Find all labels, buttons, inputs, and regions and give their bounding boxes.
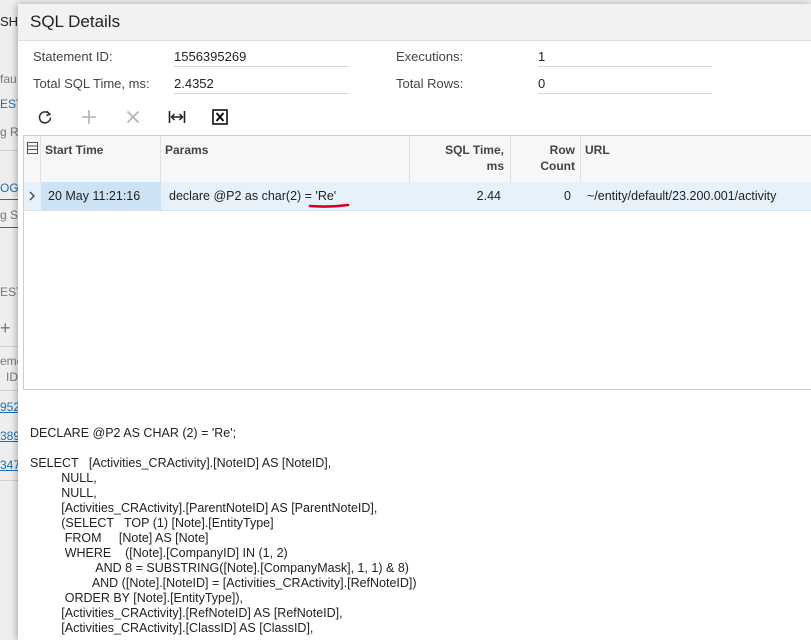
header-url-label: URL — [585, 143, 610, 157]
header-start-time-label: Start Time — [45, 143, 104, 157]
header-row-count-label-2: Count — [540, 159, 575, 173]
row-expand-button[interactable] — [24, 182, 41, 210]
sql-executions-grid: Start Time Params SQL Time, ms Row Count… — [23, 135, 811, 390]
bg-text: EST — [0, 97, 20, 111]
bg-divider — [0, 150, 20, 151]
bg-text: fau — [0, 72, 17, 86]
sql-query-text: DECLARE @P2 AS CHAR (2) = 'Re'; SELECT [… — [30, 426, 417, 635]
close-icon — [126, 110, 140, 124]
cell-params[interactable]: declare @P2 as char(2) = 'Re' — [161, 182, 410, 210]
dialog-title: SQL Details — [30, 12, 121, 31]
plus-icon — [82, 110, 96, 124]
chevron-right-icon — [29, 191, 35, 201]
column-config-icon — [27, 142, 38, 154]
params-text: declare @P2 as char(2) = 'Re' — [169, 189, 337, 203]
executions-value: 1 — [538, 49, 712, 67]
header-start-time[interactable]: Start Time — [41, 136, 161, 182]
header-params-label: Params — [165, 143, 209, 157]
bg-add-icon: + — [0, 318, 11, 338]
bg-divider — [0, 346, 20, 347]
header-row-count[interactable]: Row Count — [511, 136, 581, 182]
cell-url[interactable]: ~/entity/default/23.200.001/activity — [581, 182, 811, 210]
fit-columns-icon — [168, 111, 186, 123]
header-sql-time[interactable]: SQL Time, ms — [410, 136, 511, 182]
sql-details-dialog: SQL Details Statement ID: 1556395269 Tot… — [18, 4, 811, 640]
header-url[interactable]: URL — [581, 136, 811, 182]
header-params[interactable]: Params — [161, 136, 410, 182]
bg-link[interactable]: 952 — [0, 400, 20, 414]
column-selector-header[interactable] — [24, 136, 41, 182]
header-sql-time-label-2: ms — [486, 159, 504, 173]
bg-divider — [0, 480, 20, 481]
grid-header: Start Time Params SQL Time, ms Row Count… — [24, 136, 811, 183]
refresh-button[interactable] — [33, 106, 57, 128]
total-rows-label: Total Rows: — [396, 76, 464, 91]
header-row-count-label-1: Row — [549, 143, 575, 157]
total-rows-value: 0 — [538, 76, 712, 94]
bg-divider — [0, 390, 20, 391]
add-row-button[interactable] — [77, 106, 101, 128]
statement-id-value: 1556395269 — [174, 49, 349, 67]
cell-start-time[interactable]: 20 May 11:21:16 — [41, 182, 161, 210]
dialog-header: SQL Details — [18, 4, 811, 41]
bg-text: g R — [0, 125, 19, 139]
export-to-excel-button[interactable] — [208, 106, 232, 128]
refresh-icon — [38, 110, 52, 124]
fit-to-screen-button[interactable] — [165, 106, 189, 128]
excel-export-icon — [212, 109, 228, 125]
bg-text: EST — [0, 285, 20, 299]
total-sql-time-value: 2.4352 — [174, 76, 349, 94]
total-sql-time-label: Total SQL Time, ms: — [33, 76, 150, 91]
bg-text: SH — [0, 14, 19, 29]
delete-row-button[interactable] — [121, 106, 145, 128]
statement-id-label: Statement ID: — [33, 49, 113, 64]
bg-link[interactable]: 389 — [0, 429, 20, 443]
cell-row-count[interactable]: 0 — [511, 182, 581, 210]
cell-sql-time[interactable]: 2.44 — [410, 182, 511, 210]
header-sql-time-label-1: SQL Time, — [445, 143, 504, 157]
bg-text: eme — [0, 354, 20, 368]
bg-divider — [0, 227, 20, 228]
bg-text: ID — [6, 370, 18, 384]
annotation-underline — [308, 203, 350, 208]
bg-text: OGO — [0, 181, 20, 195]
background-page: SH fau EST g R OGO g S EST + eme ID 952 … — [0, 0, 20, 640]
executions-label: Executions: — [396, 49, 464, 64]
table-row[interactable]: 20 May 11:21:16 declare @P2 as char(2) =… — [24, 182, 811, 211]
bg-text: g S — [0, 208, 19, 222]
bg-link[interactable]: 347 — [0, 458, 20, 472]
bg-divider — [0, 199, 20, 200]
